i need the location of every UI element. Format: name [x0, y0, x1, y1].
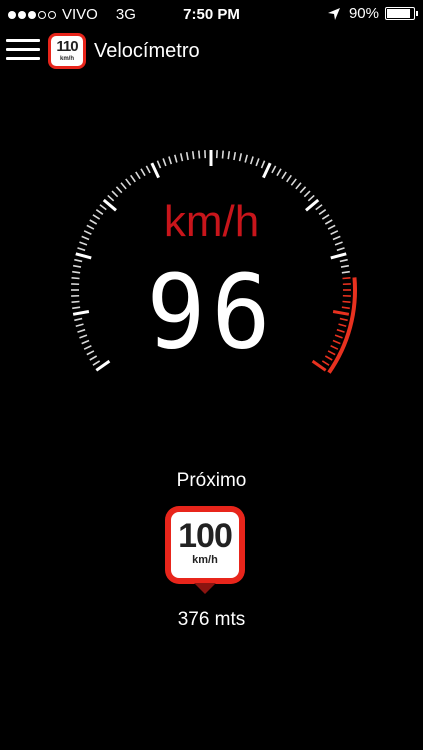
gauge-minor-tick [238, 153, 243, 162]
gauge-minor-tick [255, 158, 260, 167]
gauge-minor-tick [77, 247, 86, 252]
gauge-major-tick [150, 162, 160, 179]
next-sign-inner: 100 km/h [171, 512, 239, 578]
gauge-minor-tick [111, 190, 119, 198]
gauge-minor-tick [125, 178, 132, 186]
app-logo-inner: 110 km/h [51, 36, 83, 66]
next-sign-unit: km/h [192, 554, 218, 566]
gauge-minor-tick [168, 156, 173, 165]
app-logo-unit: km/h [59, 56, 74, 62]
next-sign-number: 100 [178, 517, 233, 555]
location-arrow-icon [327, 7, 340, 20]
gauge-minor-tick [303, 190, 311, 198]
gauge-minor-tick [179, 153, 184, 162]
status-bar: VIVO 3G 7:50 PM 90% [0, 0, 423, 28]
gauge-minor-tick [130, 174, 136, 183]
gauge-minor-tick [140, 168, 146, 177]
gauge-minor-tick [244, 154, 249, 163]
gauge-minor-tick [156, 160, 162, 169]
battery-icon [385, 7, 418, 20]
hamburger-menu-icon[interactable] [6, 36, 40, 64]
gauge-minor-tick [286, 174, 292, 183]
current-speed-value: 96 [146, 253, 277, 373]
battery-percentage: 90% [348, 5, 379, 22]
gauge-minor-tick [185, 151, 189, 161]
gauge-minor-tick [290, 178, 297, 186]
gauge-minor-tick [260, 160, 266, 169]
next-speed-limit-sign[interactable]: 100 km/h [165, 506, 245, 584]
gauge-minor-tick [281, 171, 287, 180]
gauge-minor-tick [227, 151, 231, 160]
gauge-minor-tick [221, 150, 224, 159]
gauge-minor-tick [271, 165, 277, 174]
gauge-minor-tick [295, 182, 302, 190]
gauge-major-tick [262, 162, 272, 179]
gauge-minor-tick [173, 154, 178, 163]
gauge-minor-tick [191, 151, 195, 160]
app-logo-speed-sign: 110 km/h [48, 33, 86, 69]
gauge-minor-tick [162, 158, 167, 167]
battery-tip [416, 11, 418, 16]
navigation-bar: 110 km/h Velocímetro [0, 30, 423, 70]
speed-readout: 96 [0, 253, 423, 373]
next-limit-distance: 376 mts [177, 609, 246, 630]
gauge-minor-tick [276, 168, 282, 177]
gauge-minor-tick [299, 186, 307, 194]
gauge-minor-tick [145, 165, 151, 174]
status-right: 90% [327, 5, 418, 22]
gauge-minor-tick [249, 156, 254, 165]
sign-pointer [194, 583, 216, 594]
page-title: Velocímetro [94, 40, 200, 62]
gauge-minor-tick [233, 151, 237, 161]
battery-level-fill [387, 9, 411, 18]
gauge-minor-tick [120, 182, 127, 190]
gauge-minor-tick [198, 150, 201, 159]
speed-unit-label: km/h [163, 197, 260, 246]
gauge-minor-tick [135, 171, 141, 180]
app-logo-number: 110 [56, 38, 78, 55]
gauge-minor-tick [115, 186, 123, 194]
next-limit-label: Próximo [176, 470, 247, 491]
gauge-minor-tick [336, 247, 345, 252]
